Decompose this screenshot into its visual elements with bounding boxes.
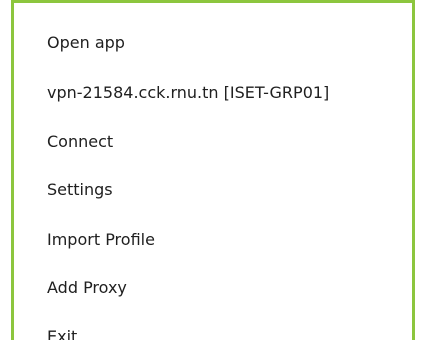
menu-item-vpn-server[interactable]: vpn-21584.cck.rnu.tn [ISET-GRP01] bbox=[47, 73, 404, 113]
menu-item-open-app[interactable]: Open app bbox=[47, 23, 404, 63]
menu-item-import-profile[interactable]: Import Profile bbox=[47, 220, 404, 260]
menu-item-add-proxy[interactable]: Add Proxy bbox=[47, 268, 404, 308]
tray-context-menu: Open app vpn-21584.cck.rnu.tn [ISET-GRP0… bbox=[11, 0, 415, 340]
menu-item-settings[interactable]: Settings bbox=[47, 170, 404, 210]
menu-item-exit[interactable]: Exit bbox=[47, 317, 404, 340]
menu-item-connect[interactable]: Connect bbox=[47, 122, 404, 162]
